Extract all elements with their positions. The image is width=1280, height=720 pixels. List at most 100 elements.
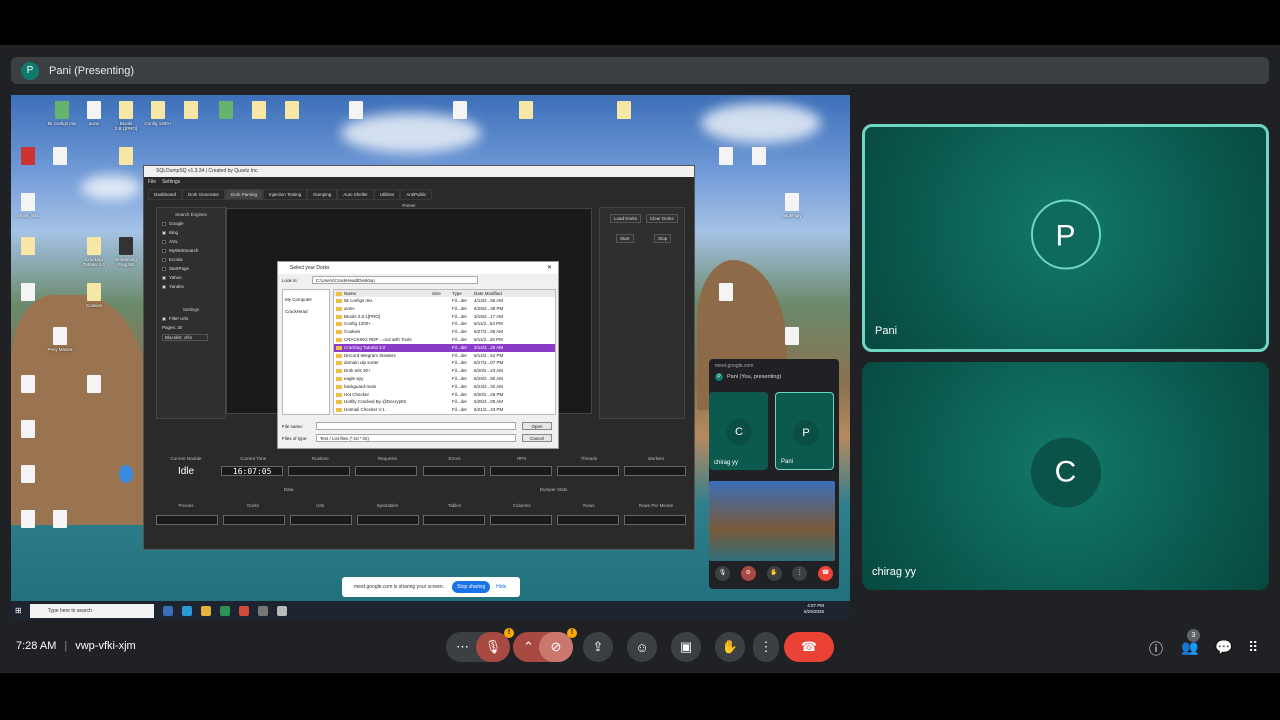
file-row[interactable]: Cookies Fil...der 6/27/2...06 AM	[334, 328, 555, 336]
reactions-button[interactable]: ☺	[627, 632, 657, 662]
checkbox[interactable]	[162, 221, 166, 226]
sidebar-item-crackhead[interactable]: CrackHead	[285, 306, 327, 318]
desktop-icon[interactable]	[13, 465, 43, 483]
desktop-icon[interactable]	[244, 101, 274, 119]
engine-yahoo[interactable]: Yahoo	[162, 275, 225, 280]
checkbox[interactable]	[162, 275, 166, 280]
desktop-icon[interactable]	[13, 237, 43, 255]
mic-button[interactable]: 🎙 !	[476, 628, 514, 662]
desktop-icon[interactable]	[111, 147, 141, 165]
desktop-icon[interactable]: Config 1200+	[143, 101, 173, 126]
taskbar-search[interactable]: Type here to search	[29, 603, 154, 618]
app-icon[interactable]	[276, 605, 287, 616]
engine-bing[interactable]: Bing	[162, 230, 225, 235]
desktop-icon[interactable]	[445, 101, 475, 119]
chrome-icon[interactable]	[238, 605, 249, 616]
desktop-icon[interactable]: Privy Master	[45, 327, 75, 352]
desktop-icon[interactable]	[13, 375, 43, 393]
menu-file[interactable]: File	[148, 179, 156, 185]
desktop-icon[interactable]: avinv	[79, 101, 109, 126]
desktop-icon[interactable]	[511, 101, 541, 119]
file-row[interactable]: Hotmail... Fil...der6/21/2...45 PM	[334, 414, 555, 415]
desktop-icon[interactable]	[13, 420, 43, 438]
desktop-icon[interactable]	[13, 147, 43, 165]
checkbox[interactable]	[162, 230, 166, 235]
present-button[interactable]: ⇪	[583, 632, 613, 662]
checkbox[interactable]	[162, 284, 166, 289]
engine-ecosia[interactable]: Ecosia	[162, 257, 225, 262]
people-icon[interactable]: 👥 3	[1181, 629, 1200, 656]
desktop-icon[interactable]	[45, 147, 75, 165]
hide-button[interactable]: Hide	[496, 584, 506, 590]
pages-input[interactable]: Pages: 30	[162, 325, 225, 330]
checkbox[interactable]	[162, 266, 166, 271]
column-size[interactable]: Size	[432, 290, 452, 297]
windows-start-icon[interactable]: ⊞	[15, 606, 22, 615]
task-view-icon[interactable]	[162, 605, 173, 616]
mic-icon[interactable]: 🎙	[715, 566, 730, 581]
desktop-icon[interactable]	[711, 147, 741, 165]
tab-utilities[interactable]: Utilities	[373, 189, 401, 200]
engine-aol[interactable]: AOL	[162, 239, 225, 244]
column-type[interactable]: Type	[452, 290, 474, 297]
desktop-icon[interactable]	[711, 283, 741, 301]
clear-dorks-button[interactable]: Clear Dorks	[646, 214, 678, 223]
file-row[interactable]: avinv Fil...der 6/29/2...39 PM	[334, 305, 555, 313]
engine-google[interactable]: Google	[162, 221, 225, 226]
desktop-icon[interactable]	[79, 375, 109, 393]
desktop-icon[interactable]	[111, 465, 141, 483]
file-row[interactable]: Cracking Tutorial 3.0 Fil...der 2/14/2...2…	[334, 343, 555, 352]
tab-dork-generator[interactable]: Dork Generator	[182, 189, 226, 200]
raise-hand-icon[interactable]: ✋	[766, 566, 782, 581]
file-row[interactable]: Dork tels 30+ Fil...der 6/20/2...23 AM	[334, 367, 555, 375]
engine-startpage[interactable]: StartPage	[162, 266, 225, 271]
checkbox[interactable]	[162, 257, 166, 262]
stop-button[interactable]: Stop	[654, 234, 672, 243]
column-date[interactable]: Date Modified	[474, 290, 534, 297]
desktop-icon[interactable]: 5k configs mix	[47, 101, 77, 126]
camera-button[interactable]: ⊘ !	[539, 628, 577, 662]
leave-call-button[interactable]: ☎	[784, 632, 834, 662]
filter-urls-checkbox[interactable]: Filter Urls	[162, 316, 225, 321]
desktop-icon[interactable]: proxy_list1	[13, 193, 43, 218]
start-button[interactable]: Start	[616, 234, 634, 243]
cancel-button[interactable]: Cancel	[522, 434, 552, 442]
open-button[interactable]: Open	[522, 422, 552, 430]
desktop-icon[interactable]	[777, 327, 807, 345]
file-row[interactable]: Discord telegram Stealers Fil...der 6/14/2…	[334, 352, 555, 360]
store-icon[interactable]	[219, 605, 230, 616]
camera-off-icon[interactable]: ⊘	[740, 566, 756, 581]
engine-mywebsearch[interactable]: MyWebSearch	[162, 248, 225, 253]
file-row[interactable]: eagle spy Fil...der 6/29/2...50 AM	[334, 375, 555, 383]
desktop-icon[interactable]: Cracking Tutorial 3.0	[79, 237, 109, 267]
engine-yandex[interactable]: Yandex	[162, 284, 225, 289]
file-row[interactable]: 5k configs mix Fil...der 4/13/2...56 AM	[334, 297, 555, 305]
desktop-icon[interactable]	[13, 283, 43, 301]
info-icon[interactable]: ⓘ	[1149, 639, 1163, 659]
desktop-icon[interactable]	[176, 101, 206, 119]
file-row[interactable]: Config 1200+ Fil...der 6/11/2...53 PM	[334, 320, 555, 328]
file-row[interactable]: Hotlify Cracked By @Decrypt0r Fil...der 5/…	[334, 398, 555, 406]
file-row[interactable]: Btools 2.8.1[PRO] Fil...der 3/19/2...17 AM	[334, 313, 555, 321]
chevron-up-icon[interactable]: ⌃	[523, 639, 534, 655]
app-icon[interactable]	[257, 605, 268, 616]
captions-button[interactable]: ▣	[671, 632, 701, 662]
more-options-button[interactable]: ⋮	[753, 632, 779, 662]
file-row[interactable]: domain ulp sorter Fil...der 6/27/2...07 PM	[334, 359, 555, 367]
file-row[interactable]: Hot Checker Fil...der 6/20/2...26 PM	[334, 391, 555, 399]
close-icon[interactable]: ✕	[547, 262, 552, 274]
checkbox[interactable]	[162, 248, 166, 253]
desktop-icon[interactable]: eagle spy	[777, 193, 807, 218]
file-type-select[interactable]: Text / List files (*.txt *.lst)	[316, 434, 516, 442]
stop-sharing-button[interactable]: Stop sharing	[452, 581, 491, 593]
desktop-icon[interactable]	[744, 147, 774, 165]
desktop-icon[interactable]	[211, 101, 241, 119]
more-audio-options-icon[interactable]: ⋯	[456, 639, 469, 655]
sidebar-item-my-computer[interactable]: My Computer	[285, 294, 327, 306]
desktop-icon[interactable]	[341, 101, 371, 119]
file-name-input[interactable]	[316, 422, 516, 430]
checkbox[interactable]	[162, 316, 166, 321]
tab-dork-parsing[interactable]: Dork Parsing	[225, 189, 264, 200]
raise-hand-button[interactable]: ✋	[715, 632, 745, 662]
desktop-icon[interactable]	[13, 510, 43, 528]
